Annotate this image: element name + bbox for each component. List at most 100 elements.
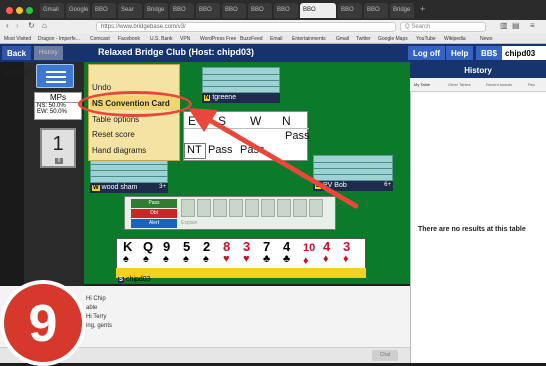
menu-item-undo[interactable]: Undo [92,83,111,92]
playing-card[interactable]: 10 ♦ [301,240,319,269]
back-arrow-icon[interactable]: ‹ [6,21,9,30]
reload-icon[interactable]: ↻ [28,21,35,30]
browser-tab[interactable]: Gmail [40,3,64,18]
card-suit-icon: ♠ [183,253,189,265]
south-hand: K ♠ Q ♠ 9 ♠ 5 ♠ 2 ♠ 8 ♥ 3 ♥ 7 ♣ 4 ♣ 10 ♦ 4 ♦ 3 ♦ [116,238,366,269]
tab-other-tables[interactable]: Other Tables [448,82,471,87]
card-rank: 8 [223,239,231,254]
card-rank: 9 [163,239,171,254]
bookmark[interactable]: VPN [180,36,190,42]
browser-tab[interactable]: Google [66,3,90,18]
bid-level-cell[interactable] [293,199,307,217]
trick-counter: 1 0 [40,128,76,168]
bookmark[interactable]: U.S. Bank [150,36,173,42]
bid-level-cell[interactable] [309,199,323,217]
browser-tab[interactable]: BBO [274,3,298,18]
tab-recent-boards[interactable]: Recent boards [486,82,512,87]
bookmark[interactable]: Comcast [90,36,110,42]
help-button[interactable]: Help [446,46,474,60]
bookmark[interactable]: Email [270,36,283,42]
bookmark[interactable]: WordPress Free [200,36,236,42]
sidebar-icon[interactable]: ▤ [512,21,520,30]
bid-level-cell[interactable] [277,199,291,217]
url-bar[interactable]: https://www.bridgebase.com/v3/ [96,22,396,32]
browser-tab[interactable]: BBO [222,3,246,18]
bookmark[interactable]: Facebook [118,36,140,42]
card-suit-icon: ♦ [323,253,329,265]
playing-card[interactable]: 4 ♣ [281,240,299,269]
new-tab-icon[interactable]: + [420,4,425,14]
browser-search-field[interactable]: Q Search [400,22,486,32]
bookmark[interactable]: Gmail [336,36,349,42]
hamburger-bar-icon [46,76,66,78]
browser-tab[interactable]: BBO [196,3,220,18]
browser-tab[interactable]: Bridge [390,3,414,18]
browser-tab[interactable]: Bridge [144,3,168,18]
west-player-label[interactable]: Wwood sham 3+ [90,183,168,193]
menu-item-hand-diagrams[interactable]: Hand diagrams [92,146,146,155]
playing-card[interactable]: 5 ♠ [181,240,199,269]
bookmark[interactable]: Google Maps [378,36,408,42]
browser-tab[interactable]: BBO [170,3,194,18]
bb-dollars-button[interactable]: BB$ [476,46,503,60]
highlight-circle [78,91,192,117]
playing-card[interactable]: 2 ♠ [201,240,219,269]
minimize-window-icon[interactable] [16,7,23,14]
back-button[interactable]: Back [2,46,32,60]
browser-tab[interactable]: BBO [92,3,116,18]
playing-card[interactable]: 3 ♥ [241,240,259,269]
trick-count: 1 [52,133,64,155]
tab-recent[interactable]: Rec [528,82,535,87]
card-rank: Q [143,239,154,254]
explain-field[interactable]: Explain [181,220,197,226]
playing-card[interactable]: Q ♠ [141,240,159,269]
browser-tab[interactable]: BBO [338,3,362,18]
pass-button[interactable]: Pass [131,199,177,208]
bookmark[interactable]: Dragon - Imperfe... [38,36,80,42]
chat-send-button[interactable]: Chat [372,350,398,361]
bookmark[interactable]: Twitter [356,36,371,42]
bid-level-cell[interactable] [229,199,243,217]
bid-level-cell[interactable] [181,199,195,217]
bookmark[interactable]: News [480,36,493,42]
logoff-button[interactable]: Log off [408,46,446,60]
south-player-label[interactable]: Schipd03 [116,268,366,283]
playing-card[interactable]: K ♠ [121,240,139,269]
bid-level-cell[interactable] [261,199,275,217]
browser-tab[interactable]: Sear [118,3,142,18]
playing-card[interactable]: 7 ♣ [261,240,279,269]
table-menu-button[interactable] [36,64,74,88]
north-player-label[interactable]: Ntgreene [202,93,280,103]
close-window-icon[interactable] [6,7,13,14]
username-display[interactable]: chipd03 [502,46,546,60]
double-button[interactable]: Dbl [131,209,177,218]
bookmark[interactable]: Wikipedia [444,36,466,42]
playing-card[interactable]: 9 ♠ [161,240,179,269]
maximize-window-icon[interactable] [26,7,33,14]
home-icon[interactable]: ⌂ [42,21,47,30]
bid-level-cell[interactable] [213,199,227,217]
bid-level-cell[interactable] [245,199,259,217]
bookmark[interactable]: YouTube [416,36,436,42]
card-suit-icon: ♠ [123,253,129,265]
bid-level-cell[interactable] [197,199,211,217]
trick-sub-count: 0 [55,158,63,164]
browser-tab[interactable]: BBO [364,3,388,18]
forward-arrow-icon[interactable]: › [16,21,19,30]
tab-my-table[interactable]: My Table [414,82,430,87]
browser-tab[interactable]: BBO [248,3,272,18]
playing-card[interactable]: 3 ♦ [341,240,359,269]
alert-button[interactable]: Alert [131,219,177,228]
history-button[interactable]: History [34,46,63,60]
menu-item-reset-score[interactable]: Reset score [92,130,135,139]
menu-item-redeal[interactable]: Redeal [4,68,29,77]
bookmark[interactable]: Most Visited [4,36,31,42]
player-name: tgreene [212,94,237,101]
hamburger-menu-icon[interactable]: ≡ [530,21,535,30]
bookmark[interactable]: BuzzFeed [240,36,263,42]
playing-card[interactable]: 4 ♦ [321,240,339,269]
bookmark[interactable]: Entertainments [292,36,326,42]
playing-card[interactable]: 8 ♥ [221,240,239,269]
browser-tab-active[interactable]: BBO [300,3,336,18]
library-icon[interactable]: ▥ [500,21,508,30]
